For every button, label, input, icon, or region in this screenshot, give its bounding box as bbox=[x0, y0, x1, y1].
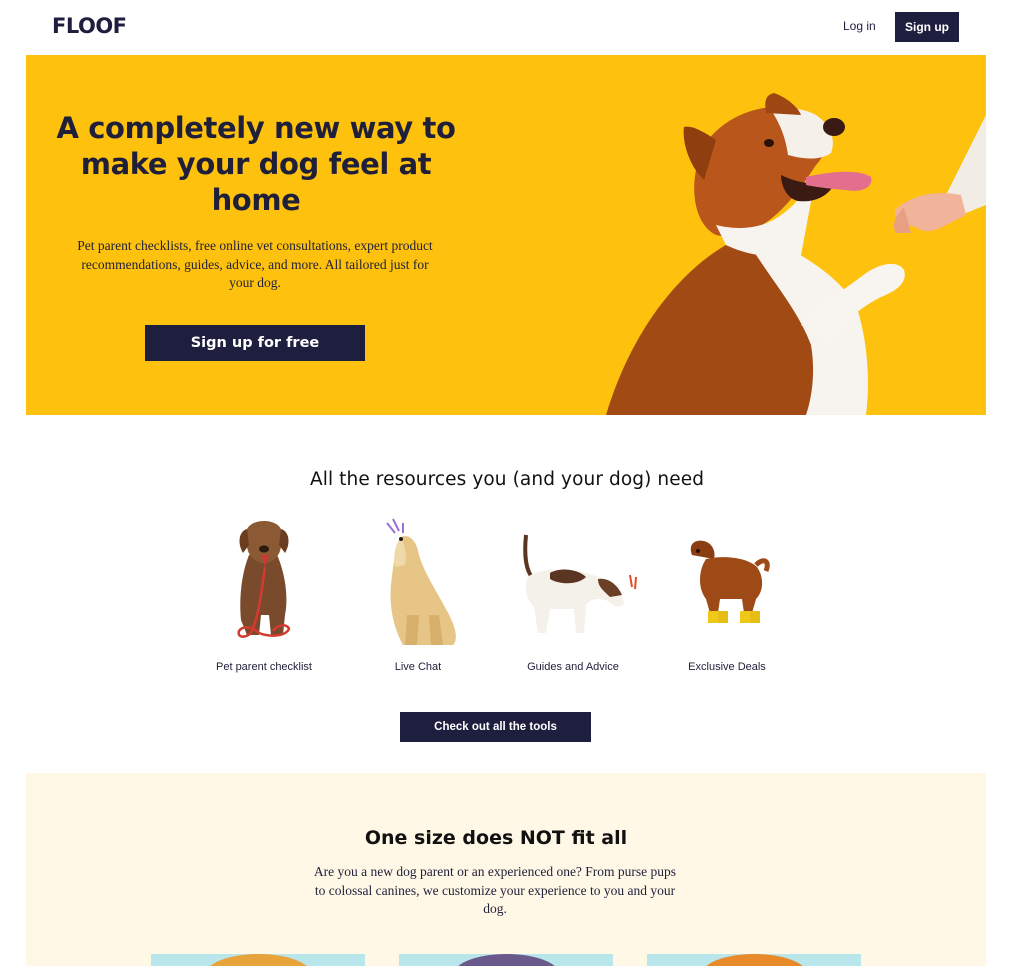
signup-button[interactable]: Sign up bbox=[895, 12, 959, 42]
dog-high-five-photo bbox=[606, 93, 986, 415]
site-header: FLOOF Log in Sign up bbox=[0, 0, 1014, 55]
one-size-section: One size does NOT fit all Are you a new … bbox=[26, 773, 986, 966]
resource-guides-and-advice[interactable]: Guides and Advice bbox=[498, 515, 648, 680]
dog-with-leash-icon bbox=[237, 521, 291, 638]
one-size-subtitle: Are you a new dog parent or an experienc… bbox=[313, 864, 677, 916]
resource-exclusive-deals[interactable]: Exclusive Deals bbox=[652, 515, 802, 680]
check-out-tools-button[interactable]: Check out all the tools bbox=[400, 712, 591, 742]
signup-free-button[interactable]: Sign up for free bbox=[145, 325, 365, 361]
resource-pet-parent-checklist[interactable]: Pet parent checklist bbox=[189, 515, 339, 680]
hero-title: A completely new way to make your dog fe… bbox=[56, 111, 456, 217]
dog-profile-card[interactable] bbox=[399, 954, 613, 966]
dog-photo bbox=[206, 954, 311, 966]
hero-banner: A completely new way to make your dog fe… bbox=[26, 55, 986, 415]
resource-label: Pet parent checklist bbox=[216, 661, 312, 673]
dog-photo bbox=[702, 954, 807, 966]
floof-logo[interactable]: FLOOF bbox=[52, 14, 127, 38]
hero-subtitle: Pet parent checklists, free online vet c… bbox=[77, 238, 433, 290]
dog-profile-card[interactable] bbox=[151, 954, 365, 966]
howling-dog-icon bbox=[386, 518, 456, 645]
resource-label: Guides and Advice bbox=[527, 661, 619, 673]
dog-photo bbox=[454, 954, 559, 966]
resource-label: Live Chat bbox=[394, 661, 442, 673]
resource-label: Exclusive Deals bbox=[688, 661, 766, 673]
one-size-title: One size does NOT fit all bbox=[364, 827, 628, 849]
login-link[interactable]: Log in bbox=[843, 19, 876, 33]
dog-in-boots-icon bbox=[690, 540, 770, 623]
resource-live-chat[interactable]: Live Chat bbox=[343, 515, 493, 680]
dog-profile-card[interactable] bbox=[647, 954, 861, 966]
sniffing-dog-icon bbox=[523, 534, 637, 633]
resources-title: All the resources you (and your dog) nee… bbox=[309, 469, 705, 490]
